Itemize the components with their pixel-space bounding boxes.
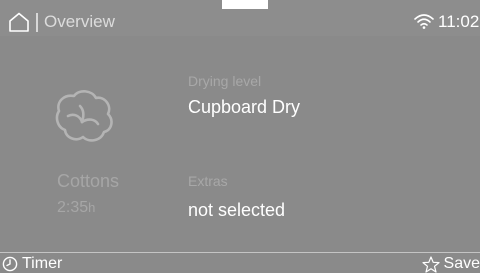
extras-label: Extras	[188, 173, 228, 189]
duration-unit: h	[88, 200, 96, 215]
drying-level-label: Drying level	[188, 73, 262, 89]
duration-value: 2:35	[57, 199, 89, 216]
status-bar: Overview 11:02	[0, 0, 480, 36]
title-separator	[36, 13, 38, 32]
timer-button[interactable]: Timer	[0, 255, 62, 273]
clock-icon	[2, 256, 18, 272]
wifi-icon	[414, 14, 434, 29]
timer-label: Timer	[22, 255, 63, 272]
program-name[interactable]: Cottons	[57, 170, 119, 192]
star-icon	[421, 255, 440, 273]
page-title: Overview	[44, 12, 115, 31]
drying-level-value[interactable]: Cupboard Dry	[188, 96, 300, 118]
extras-value[interactable]: not selected	[188, 199, 285, 221]
save-button[interactable]: Save	[421, 255, 480, 273]
save-label: Save	[443, 255, 480, 272]
cotton-boll-icon[interactable]	[52, 86, 116, 146]
appliance-screen: Overview 11:02 Cottons 2:35h Drying leve…	[0, 0, 480, 273]
top-indicator	[222, 0, 268, 9]
program-duration: 2:35h	[57, 198, 95, 218]
clock: 11:02	[438, 12, 480, 31]
bottom-bar	[0, 252, 480, 273]
home-icon[interactable]	[8, 12, 30, 32]
